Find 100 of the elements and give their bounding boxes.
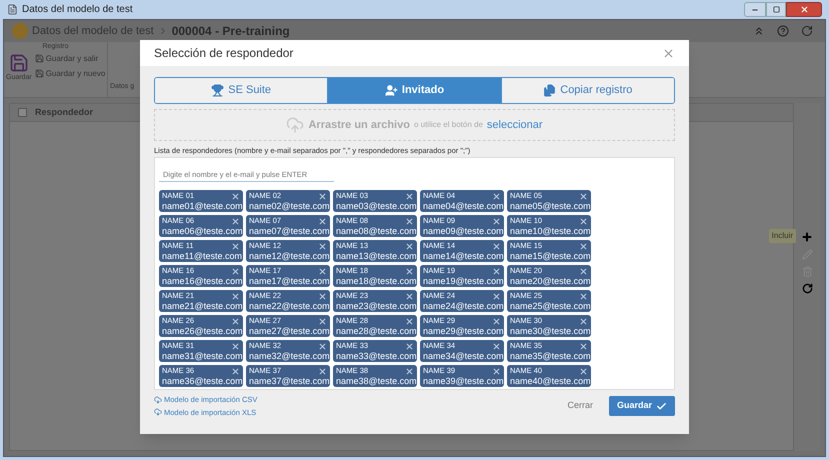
tag-email: name22@teste.com: [249, 301, 327, 312]
remove-icon[interactable]: [579, 192, 588, 201]
drop-text: Arrastre un archivo: [308, 118, 410, 133]
tag-email: name11@teste.com: [162, 251, 240, 262]
remove-icon[interactable]: [579, 266, 588, 276]
tag-email: name37@teste.com: [249, 376, 327, 388]
remove-icon[interactable]: [405, 292, 414, 301]
tag-email: name17@teste.com: [249, 276, 327, 288]
tag-email: name30@teste.com: [510, 326, 588, 338]
refresh-icon[interactable]: [802, 283, 812, 294]
window-title: Datos del modelo de test: [22, 3, 133, 17]
remove-icon[interactable]: [405, 242, 414, 251]
help-icon[interactable]: [777, 25, 789, 37]
remove-icon[interactable]: [318, 242, 327, 251]
tag-email: name23@teste.com: [336, 301, 414, 312]
remove-icon[interactable]: [318, 316, 327, 326]
refresh-icon[interactable]: [801, 25, 813, 37]
add-icon[interactable]: [801, 231, 813, 243]
tag-email: name18@teste.com: [336, 276, 414, 288]
tab[interactable]: Invitado: [327, 78, 501, 103]
tag-email: name10@teste.com: [510, 226, 588, 238]
maximize-button[interactable]: [766, 2, 786, 17]
remove-icon[interactable]: [492, 216, 501, 226]
select-link[interactable]: seleccionar: [486, 116, 543, 134]
remove-icon[interactable]: [318, 192, 327, 201]
remove-icon[interactable]: [579, 216, 588, 226]
tag-email: name26@teste.com: [162, 326, 240, 338]
remove-icon[interactable]: [318, 366, 327, 376]
close-icon[interactable]: [662, 46, 675, 60]
remove-icon[interactable]: [231, 192, 240, 201]
download-icon: [154, 408, 162, 416]
dialog-title: Selección de respondedor: [154, 45, 294, 62]
remove-icon[interactable]: [231, 292, 240, 301]
remove-icon[interactable]: [405, 192, 414, 201]
tag-email: name39@teste.com: [423, 376, 501, 388]
tab[interactable]: Copiar registro: [500, 78, 674, 103]
tag-email: name35@teste.com: [510, 351, 588, 362]
remove-icon[interactable]: [579, 242, 588, 251]
tag-email: name13@teste.com: [336, 251, 414, 262]
tag-email: name27@teste.com: [249, 326, 327, 338]
tag-email: name19@teste.com: [423, 276, 501, 288]
remove-icon[interactable]: [579, 342, 588, 351]
remove-icon[interactable]: [579, 316, 588, 326]
save-new-button[interactable]: Guardar y nuevo: [34, 68, 106, 80]
remove-icon[interactable]: [318, 216, 327, 226]
remove-icon[interactable]: [405, 366, 414, 376]
close-button[interactable]: Cerrar: [559, 399, 601, 413]
file-drop-zone[interactable]: Arrastre un archivo o utilice el botón de seleccionar: [154, 109, 675, 141]
remove-icon[interactable]: [318, 266, 327, 276]
remove-icon[interactable]: [231, 216, 240, 226]
remove-icon[interactable]: [318, 292, 327, 301]
select-all-checkbox[interactable]: [18, 108, 27, 117]
remove-icon[interactable]: [405, 266, 414, 276]
tag-email: name31@teste.com: [162, 351, 240, 362]
tag-email: name04@teste.com: [423, 201, 501, 212]
save-button[interactable]: Guardar: [608, 396, 675, 416]
tag-email: name01@teste.com: [162, 201, 240, 212]
remove-icon[interactable]: [405, 342, 414, 351]
check-icon: [656, 400, 667, 412]
remove-icon[interactable]: [492, 316, 501, 326]
tag-email: name06@teste.com: [162, 226, 240, 238]
remove-icon[interactable]: [492, 192, 501, 201]
tag-email: name36@teste.com: [162, 376, 240, 388]
tag-email: name20@teste.com: [510, 276, 588, 288]
remove-icon[interactable]: [405, 216, 414, 226]
remove-icon[interactable]: [318, 342, 327, 351]
remove-icon[interactable]: [405, 316, 414, 326]
tag-email: name07@teste.com: [249, 226, 327, 238]
collapse-icon[interactable]: [753, 25, 765, 37]
upload-icon: [286, 116, 304, 134]
column-header: Respondedor: [35, 106, 94, 119]
close-button[interactable]: [786, 2, 822, 17]
tag-email: name34@teste.com: [423, 351, 501, 362]
remove-icon[interactable]: [579, 366, 588, 376]
remove-icon[interactable]: [231, 316, 240, 326]
tag-email: name12@teste.com: [249, 251, 327, 262]
tag-email: name28@teste.com: [336, 326, 414, 338]
copy-icon: [543, 84, 556, 97]
breadcrumb-link[interactable]: Datos del modelo de test: [32, 22, 154, 40]
tag-email: name40@teste.com: [510, 376, 588, 388]
tag-email: name05@teste.com: [510, 201, 588, 212]
remove-icon[interactable]: [492, 242, 501, 251]
tag-email: name09@teste.com: [423, 226, 501, 238]
drop-hint: o utilice el botón de: [414, 119, 483, 131]
tag-email: name14@teste.com: [423, 251, 501, 262]
remove-icon[interactable]: [231, 342, 240, 351]
users-icon: [384, 84, 398, 97]
tag-email: name38@teste.com: [336, 376, 414, 388]
remove-icon[interactable]: [579, 292, 588, 301]
remove-icon[interactable]: [492, 342, 501, 351]
tag-email: name24@teste.com: [423, 301, 501, 312]
remove-icon[interactable]: [231, 366, 240, 376]
remove-icon[interactable]: [231, 242, 240, 251]
remove-icon[interactable]: [492, 266, 501, 276]
tooltip: Incluir: [768, 229, 796, 243]
save-exit-button[interactable]: Guardar y salir: [34, 52, 106, 64]
remove-icon[interactable]: [492, 366, 501, 376]
remove-icon[interactable]: [492, 292, 501, 301]
remove-icon[interactable]: [231, 266, 240, 276]
app-logo-icon: [12, 23, 28, 39]
